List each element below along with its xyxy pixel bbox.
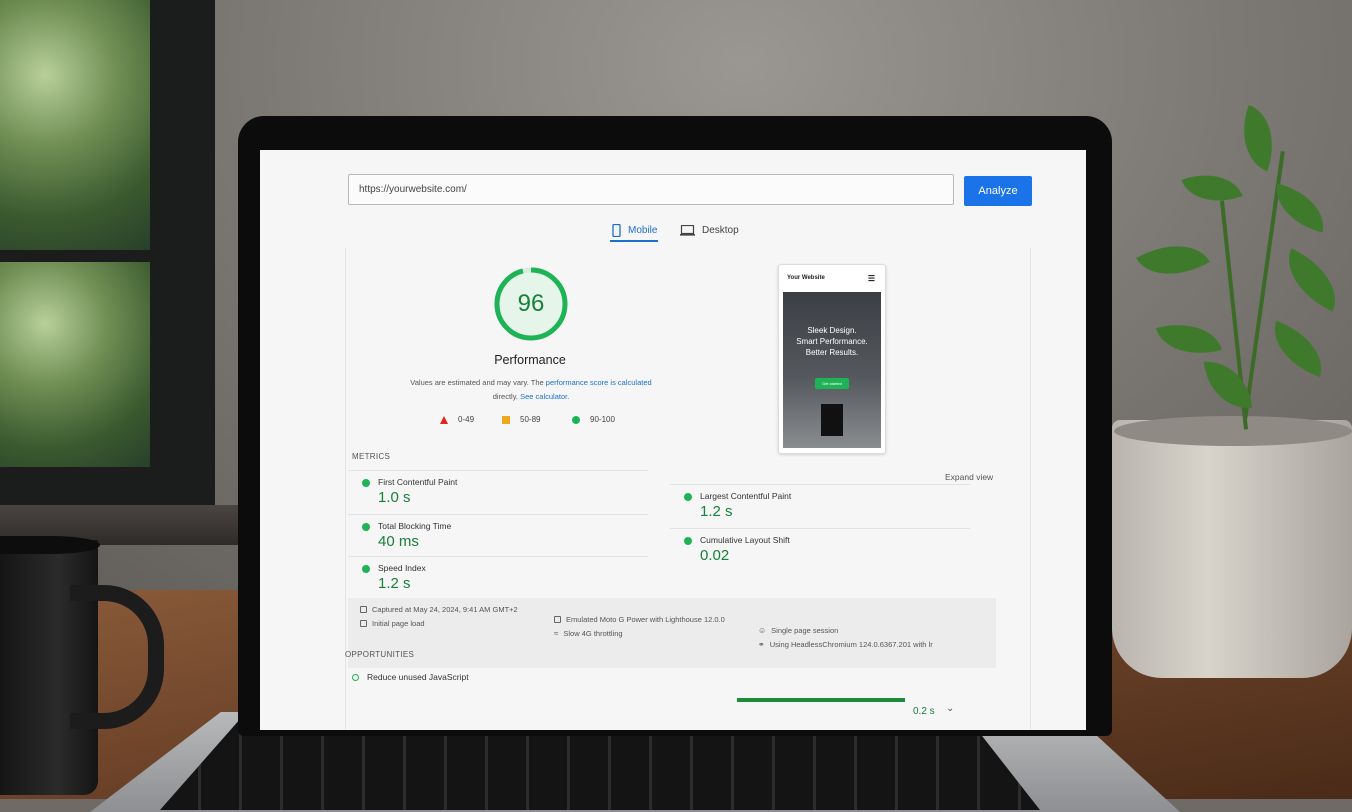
users-icon: ☺ [758,626,767,635]
expand-view-toggle[interactable]: Expand view [945,472,993,482]
square-icon [502,415,510,424]
metric-value: 1.2 s [700,503,733,520]
page-screenshot-preview: Your Website ☰ Sleek Design. Smart Perfo… [778,264,886,454]
mug-handle [70,585,164,729]
wifi-icon: ≈ [554,629,559,638]
metrics-label: METRICS [352,452,391,461]
pass-dot-icon [362,565,370,573]
opportunity-name: Reduce unused JavaScript [367,672,469,682]
browser-text: Using HeadlessChromium 124.0.6367.201 wi… [769,640,933,649]
tab-mobile-label: Mobile [628,224,658,236]
monitor-icon [680,224,695,236]
tab-desktop[interactable]: Desktop [680,218,739,242]
legend-fail-label: 0-49 [458,415,475,424]
metric-row: First Contentful Paint 1.0 s [348,470,648,515]
opportunities-label: OPPORTUNITIES [345,650,415,659]
chevron-down-icon[interactable]: ⌄ [946,703,954,714]
timer-icon [360,620,367,627]
calendar-icon [360,606,367,613]
load-info: Initial page load [360,619,425,628]
legend-average-label: 50-89 [520,415,541,424]
metric-value: 1.0 s [378,489,411,506]
laptop-screen: Analyze Mobile Desktop 96 Performance Va… [260,150,1086,730]
opportunity-item[interactable]: Reduce unused JavaScript [352,672,469,682]
metric-row: Cumulative Layout Shift 0.02 [670,528,970,573]
performance-score-link[interactable]: performance score is calculated [546,378,652,387]
metric-name: Total Blocking Time [378,521,452,531]
note-text: Values are estimated and may vary. The [410,378,544,387]
legend-pass-label: 90-100 [590,415,615,424]
captured-info: Captured at May 24, 2024, 9:41 AM GMT+2 [360,605,518,614]
circle-icon [572,415,580,424]
phone-icon [612,223,621,237]
session-info: ☺ Single page session [758,626,838,635]
url-input[interactable] [348,174,954,205]
metric-name: Cumulative Layout Shift [700,535,790,545]
metric-value: 40 ms [378,533,419,550]
metric-name: First Contentful Paint [378,477,458,487]
pass-dot-icon [362,523,370,531]
throttle-info: ≈ Slow 4G throttling [554,629,623,638]
globe-icon: ⚭ [758,640,765,649]
browser-info: ⚭ Using HeadlessChromium 124.0.6367.201 … [758,640,933,649]
legend-pass: 90-100 [572,415,615,424]
pass-dot-icon [684,537,692,545]
savings-value: 0.2 s [913,706,935,717]
tab-desktop-label: Desktop [702,224,739,236]
throttle-text: Slow 4G throttling [563,629,623,638]
session-text: Single page session [771,626,839,635]
captured-text: Captured at May 24, 2024, 9:41 AM GMT+2 [372,605,518,614]
analyze-button[interactable]: Analyze [964,176,1032,206]
hamburger-icon: ☰ [867,273,875,283]
device-info: Emulated Moto G Power with Lighthouse 12… [554,615,725,624]
note-text-2: directly. [492,392,518,401]
device-text: Emulated Moto G Power with Lighthouse 12… [566,615,725,624]
legend-fail: 0-49 [440,415,474,424]
plant-pot-rim [1114,416,1352,446]
hero-line: Smart Performance. [796,337,868,346]
pass-dot-icon [684,493,692,501]
window [0,0,215,540]
calculator-link[interactable]: See calculator. [520,392,569,401]
hero-line: Sleek Design. [807,326,857,335]
legend-average: 50-89 [502,415,540,424]
mug-rim [0,536,100,554]
plant-pot [1112,420,1352,678]
performance-score: 96 [517,290,545,317]
metric-value: 0.02 [700,547,730,564]
metric-name: Speed Index [378,563,426,573]
savings-bar [737,698,905,702]
metric-name: Largest Contentful Paint [700,491,792,501]
load-text: Initial page load [372,619,425,628]
preview-cta-button: Get started [815,378,849,389]
preview-photo-object [821,404,843,436]
score-note: Values are estimated and may vary. The p… [400,376,662,404]
pass-dot-icon [362,479,370,487]
metric-row: Total Blocking Time 40 ms [348,514,648,559]
hero-line: Better Results. [805,348,859,357]
device-icon [554,616,561,623]
pass-ring-icon [352,673,359,681]
window-pane-top [0,0,150,250]
tab-mobile[interactable]: Mobile [612,218,657,242]
active-tab-indicator [610,240,658,242]
metric-row: Largest Contentful Paint 1.2 s [670,484,970,529]
metric-row: Speed Index 1.2 s [348,556,648,601]
preview-header: Your Website ☰ [779,265,883,291]
metric-value: 1.2 s [378,575,411,592]
triangle-icon [440,415,448,424]
performance-title: Performance [494,353,566,367]
preview-site-name: Your Website [787,275,825,281]
window-pane-bottom [0,262,150,467]
preview-hero: Sleek Design. Smart Performance. Better … [783,292,881,448]
